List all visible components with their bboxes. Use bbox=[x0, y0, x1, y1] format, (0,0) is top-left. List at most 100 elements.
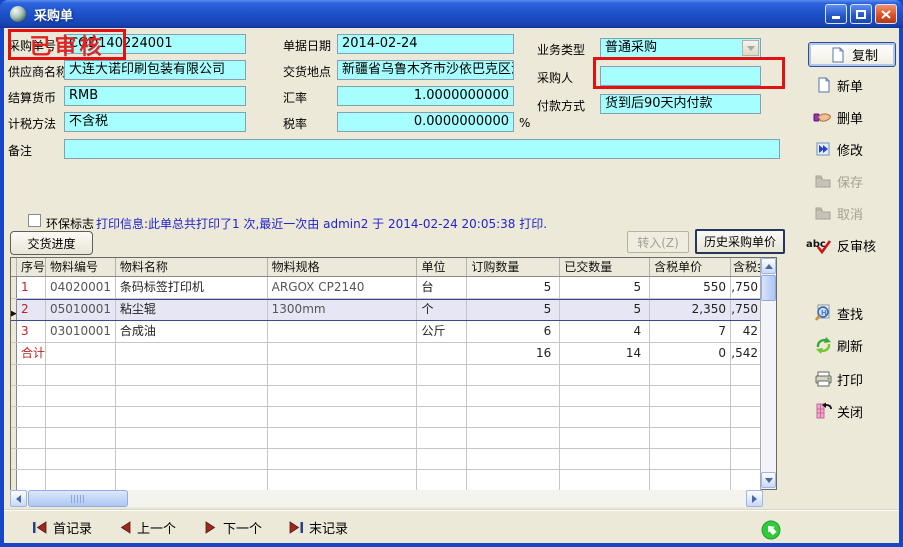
col-header-spec[interactable]: 物料规格 bbox=[268, 258, 418, 276]
cell-code: 05010001 bbox=[46, 299, 116, 320]
unapprove-button[interactable]: abc 反审核 bbox=[806, 234, 876, 256]
doc-date-label: 单据日期 bbox=[283, 37, 331, 54]
col-header-order-qty[interactable]: 订购数量 bbox=[467, 258, 560, 276]
scroll-up-button[interactable] bbox=[761, 258, 776, 274]
last-record-button[interactable]: 末记录 bbox=[288, 518, 348, 536]
cell-amount: 2,750 bbox=[731, 277, 761, 298]
cell-total-order-qty: 16 bbox=[467, 343, 560, 364]
currency-field[interactable]: RMB bbox=[64, 86, 246, 106]
doc-date-field[interactable]: 2014-02-24 bbox=[337, 34, 514, 54]
previous-record-button[interactable]: 上一个 bbox=[118, 518, 176, 536]
approved-stamp: 已审核 bbox=[8, 29, 126, 60]
save-button[interactable]: 保存 bbox=[812, 170, 863, 192]
green-status-icon bbox=[761, 520, 781, 544]
horizontal-scroll-thumb[interactable] bbox=[28, 490, 128, 507]
supplier-field[interactable]: 大连大诺印刷包装有限公司 bbox=[64, 60, 246, 80]
close-window-button[interactable]: 关闭 bbox=[812, 400, 863, 422]
cell-unit: 个 bbox=[417, 299, 467, 320]
print-info-text: 打印信息:此单总共打印了1 次,最近一次由 admin2 于 2014-02-2… bbox=[96, 215, 547, 232]
arrow-down-icon bbox=[765, 478, 773, 483]
cancel-button[interactable]: 取消 bbox=[812, 202, 863, 224]
exchange-rate-field[interactable]: 1.0000000000 bbox=[337, 86, 514, 106]
col-header-code[interactable]: 物料编号 bbox=[46, 258, 116, 276]
maximize-button[interactable] bbox=[850, 4, 872, 24]
price-history-button[interactable]: 历史采购单价 bbox=[695, 229, 785, 254]
payment-field[interactable]: 货到后90天内付款 bbox=[600, 94, 761, 114]
vertical-scroll-thumb[interactable] bbox=[761, 275, 776, 301]
delivery-progress-button[interactable]: 交货进度 bbox=[10, 231, 93, 255]
save-label: 保存 bbox=[837, 172, 863, 191]
scroll-right-button[interactable] bbox=[746, 490, 763, 507]
cell-unit bbox=[417, 343, 467, 364]
biz-type-label: 业务类型 bbox=[537, 41, 585, 58]
cell-name: 粘尘辊 bbox=[116, 299, 268, 320]
table-horizontal-scrollbar[interactable] bbox=[10, 490, 763, 507]
cell-delivered-qty: 5 bbox=[560, 277, 650, 298]
minimize-button[interactable] bbox=[825, 4, 847, 24]
table-row[interactable]: 3 03010001 合成油 公斤 6 4 7 42 bbox=[11, 321, 761, 343]
table-empty-row bbox=[11, 428, 761, 449]
col-header-name[interactable]: 物料名称 bbox=[116, 258, 268, 276]
next-record-button[interactable]: 下一个 bbox=[204, 518, 262, 536]
svg-text:abc: abc bbox=[806, 239, 826, 250]
close-icon bbox=[881, 10, 891, 19]
find-label: 查找 bbox=[837, 304, 863, 323]
next-record-label: 下一个 bbox=[223, 518, 262, 537]
copy-button[interactable]: 复制 bbox=[808, 42, 896, 67]
col-header-unit-price[interactable]: 含税单价 bbox=[650, 258, 731, 276]
col-header-delivered-qty[interactable]: 已交数量 bbox=[560, 258, 650, 276]
modify-button[interactable]: 修改 bbox=[812, 138, 863, 160]
refresh-label: 刷新 bbox=[837, 336, 863, 355]
col-header-seq[interactable]: 序号 bbox=[17, 258, 46, 276]
window-title: 采购单 bbox=[34, 5, 73, 24]
table-row[interactable]: 1 04020001 条码标签打印机 ARGOX CP2140 台 5 5 55… bbox=[11, 277, 761, 299]
scroll-down-button[interactable] bbox=[761, 472, 776, 488]
print-button[interactable]: 打印 bbox=[812, 368, 863, 390]
chevron-down-icon[interactable] bbox=[742, 40, 759, 56]
new-doc-button[interactable]: 新单 bbox=[812, 74, 863, 96]
cell-name: 合成油 bbox=[116, 321, 268, 342]
biz-type-combobox[interactable]: 普通采购 bbox=[600, 38, 761, 58]
table-empty-row bbox=[11, 470, 761, 491]
cell-spec bbox=[268, 343, 418, 364]
refresh-button[interactable]: 刷新 bbox=[812, 334, 863, 356]
close-button[interactable] bbox=[875, 4, 897, 24]
col-header-amount[interactable]: 含税金额 bbox=[731, 258, 761, 276]
tax-rate-field[interactable]: 0.0000000000 bbox=[337, 112, 514, 132]
find-button[interactable]: H 查找 bbox=[812, 302, 863, 324]
find-icon: H bbox=[812, 303, 834, 323]
print-label: 打印 bbox=[837, 370, 863, 389]
new-doc-icon bbox=[812, 75, 834, 95]
cell-unit: 公斤 bbox=[417, 321, 467, 342]
items-table: 序号 物料编号 物料名称 物料规格 单位 订购数量 已交数量 含税单价 含税金额… bbox=[10, 257, 777, 490]
tax-method-field[interactable]: 不含税 bbox=[64, 112, 246, 132]
table-row-selected[interactable]: ▶ 2 05010001 粘尘辊 1300mm 个 5 5 2,350 11,7… bbox=[11, 299, 761, 321]
maximize-icon bbox=[856, 10, 866, 19]
currency-label: 结算货币 bbox=[8, 89, 56, 106]
arrow-right-icon bbox=[752, 495, 757, 503]
cell-spec: 1300mm bbox=[268, 299, 418, 320]
transfer-button[interactable]: 转入(Z) bbox=[627, 231, 689, 253]
cell-total-delivered-qty: 14 bbox=[560, 343, 650, 364]
tax-rate-percent-suffix: % bbox=[519, 116, 530, 130]
col-header-unit[interactable]: 单位 bbox=[417, 258, 467, 276]
cancel-label: 取消 bbox=[837, 204, 863, 223]
cell-unit-price: 550 bbox=[650, 277, 731, 298]
scroll-left-button[interactable] bbox=[10, 490, 27, 507]
supplier-label: 供应商名称 bbox=[8, 63, 68, 80]
copy-label: 复制 bbox=[852, 45, 878, 64]
first-record-label: 首记录 bbox=[53, 518, 92, 537]
remark-label: 备注 bbox=[8, 142, 32, 159]
delete-doc-button[interactable]: 删单 bbox=[812, 106, 863, 128]
delivery-place-field[interactable]: 新疆省乌鲁木齐市沙依巴克区河滩 bbox=[337, 60, 514, 80]
remark-field[interactable] bbox=[64, 139, 780, 159]
delete-doc-label: 删单 bbox=[837, 108, 863, 127]
cell-amount: 11,750 bbox=[731, 299, 761, 320]
table-vertical-scrollbar[interactable] bbox=[760, 258, 776, 489]
delivery-place-label: 交货地点 bbox=[283, 63, 331, 80]
cell-seq: 2 bbox=[17, 299, 46, 320]
last-record-label: 末记录 bbox=[309, 518, 348, 537]
eco-checkbox[interactable] bbox=[28, 214, 41, 227]
cell-code: 04020001 bbox=[46, 277, 116, 298]
first-record-button[interactable]: 首记录 bbox=[32, 518, 92, 536]
